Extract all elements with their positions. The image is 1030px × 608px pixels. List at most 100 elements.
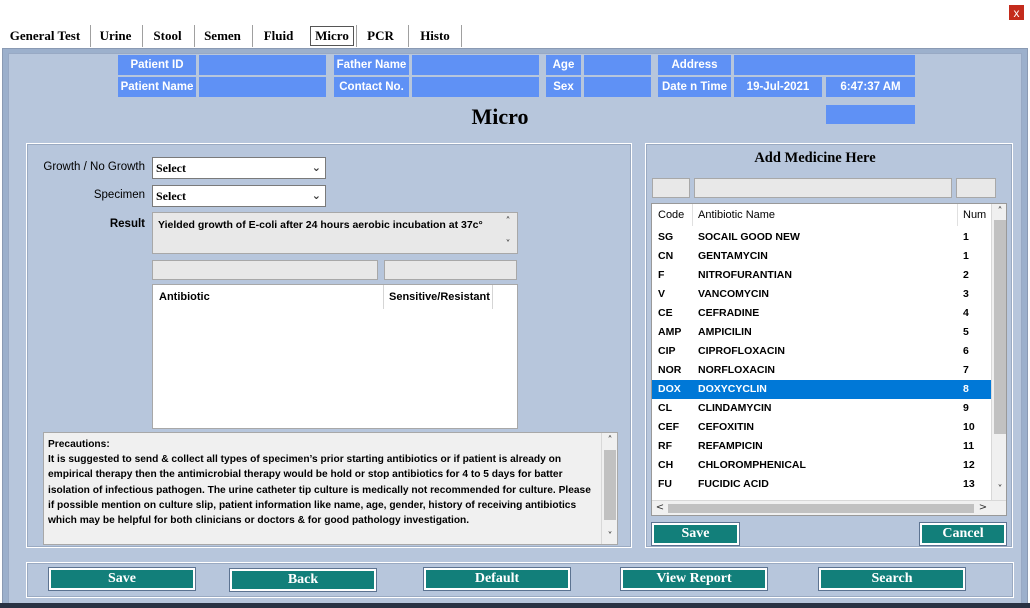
medicine-row[interactable]: CN GENTAMYCIN 1 (652, 247, 991, 266)
tab-general-test[interactable]: General Test (4, 25, 86, 47)
medicine-row[interactable]: RF REFAMPICIN 11 (652, 437, 991, 456)
name-column-header: Antibiotic Name (698, 209, 776, 221)
medicine-save-button[interactable]: Save (651, 522, 740, 546)
search-button[interactable]: Search (818, 567, 966, 591)
tab-pcr[interactable]: PCR (356, 25, 404, 47)
sex-label: Sex (546, 77, 581, 97)
medicine-name-cell: SOCAIL GOOD NEW (698, 231, 800, 243)
medicine-num-cell: 2 (963, 269, 969, 281)
medicine-row[interactable]: SG SOCAIL GOOD NEW 1 (652, 228, 991, 247)
taskbar (0, 603, 1030, 608)
antibiotic-grid[interactable]: Antibiotic Sensitive/Resistant (152, 284, 518, 429)
medicine-name-cell: GENTAMYCIN (698, 250, 768, 262)
address-field[interactable] (734, 55, 915, 75)
tab-urine[interactable]: Urine (90, 25, 140, 47)
medicine-row[interactable]: DOX DOXYCYCLIN 8 (652, 380, 991, 399)
chevron-down-icon: ⌄ (311, 161, 321, 174)
view-report-button[interactable]: View Report (620, 567, 768, 591)
scroll-up-icon[interactable]: ˄ (992, 206, 1006, 217)
chevron-down-icon: ⌄ (311, 189, 321, 202)
tab-semen[interactable]: Semen (194, 25, 250, 47)
num-input[interactable] (956, 178, 996, 198)
medicine-name-cell: FUCIDIC ACID (698, 478, 769, 490)
father-name-field[interactable] (412, 55, 539, 75)
sensitivity-input[interactable] (384, 260, 517, 280)
tab-stool[interactable]: Stool (142, 25, 192, 47)
age-label: Age (546, 55, 581, 75)
default-button[interactable]: Default (423, 567, 571, 591)
medicine-code-cell: CH (658, 459, 674, 471)
date-field: 19-Jul-2021 (734, 77, 822, 97)
scroll-up-icon[interactable]: ˄ (602, 435, 618, 446)
antibiotic-input[interactable] (152, 260, 378, 280)
medicine-cancel-button[interactable]: Cancel (919, 522, 1007, 546)
status-indicator (826, 105, 915, 124)
medicine-code-cell: V (658, 288, 666, 300)
medicine-row[interactable]: FU FUCIDIC ACID 13 (652, 475, 991, 494)
patient-id-label: Patient ID (118, 55, 196, 75)
medicine-row[interactable]: F NITROFURANTIAN 2 (652, 266, 991, 285)
age-field[interactable] (584, 55, 651, 75)
scroll-down-icon[interactable]: ˅ (502, 239, 514, 250)
medicine-name-cell: NORFLOXACIN (698, 364, 775, 376)
tab-fluid[interactable]: Fluid (252, 25, 304, 47)
medicine-num-cell: 13 (963, 478, 975, 490)
specimen-select-value: Select (156, 189, 186, 203)
medicine-hscrollbar[interactable]: < > (652, 500, 1006, 515)
medicine-row[interactable]: CEF CEFOXITIN 10 (652, 418, 991, 437)
scrollbar-thumb[interactable] (604, 450, 616, 520)
medicine-num-cell: 1 (963, 231, 969, 243)
medicine-row[interactable]: NOR NORFLOXACIN 7 (652, 361, 991, 380)
medicine-name-input[interactable] (694, 178, 952, 198)
tab-micro[interactable]: Micro (310, 26, 354, 46)
scroll-up-icon[interactable]: ˄ (502, 216, 514, 227)
medicine-row[interactable]: CH CHLOROMPHENICAL 12 (652, 456, 991, 475)
medicine-row[interactable]: AMP AMPICILIN 5 (652, 323, 991, 342)
medicine-name-cell: CEFOXITIN (698, 421, 755, 433)
back-button[interactable]: Back (229, 568, 377, 592)
code-input[interactable] (652, 178, 690, 198)
medicine-row[interactable]: CE CEFRADINE 4 (652, 304, 991, 323)
growth-label: Growth / No Growth (43, 161, 145, 173)
column-divider (492, 285, 493, 309)
medicine-num-cell: 12 (963, 459, 975, 471)
save-button[interactable]: Save (48, 567, 196, 591)
result-label: Result (109, 218, 145, 230)
specimen-select[interactable]: Select ⌄ (152, 185, 326, 207)
medicine-code-cell: F (658, 269, 665, 281)
medicine-num-cell: 10 (963, 421, 975, 433)
scrollbar-thumb[interactable] (994, 220, 1006, 434)
medicine-list[interactable]: Code Antibiotic Name Num SG SOCAIL GOOD N… (651, 203, 1007, 516)
scroll-right-icon[interactable]: > (977, 502, 989, 513)
medicine-vscrollbar[interactable]: ˄ ˅ (991, 204, 1006, 500)
medicine-code-cell: SG (658, 231, 674, 243)
medicine-row[interactable]: CL CLINDAMYCIN 9 (652, 399, 991, 418)
medicine-code-cell: CE (658, 307, 673, 319)
medicine-name-cell: NITROFURANTIAN (698, 269, 792, 281)
medicine-title: Add Medicine Here (754, 150, 876, 166)
scroll-left-icon[interactable]: < (654, 502, 666, 513)
scroll-down-icon[interactable]: ˅ (602, 531, 618, 542)
tab-histo[interactable]: Histo (408, 25, 462, 47)
contact-field[interactable] (412, 77, 539, 97)
medicine-code-cell: RF (658, 440, 672, 452)
scroll-down-icon[interactable]: ˅ (992, 484, 1006, 495)
code-column-header: Code (658, 209, 685, 221)
sex-field[interactable] (584, 77, 651, 97)
precautions-textarea[interactable]: Precautions: It is suggested to send & c… (43, 432, 618, 545)
medicine-num-cell: 5 (963, 326, 969, 338)
medicine-row[interactable]: V VANCOMYCIN 3 (652, 285, 991, 304)
result-textarea[interactable]: Yielded growth of E-coli after 24 hours … (152, 212, 518, 254)
medicine-code-cell: CEF (658, 421, 679, 433)
patient-name-field[interactable] (199, 77, 326, 97)
patient-id-field[interactable] (199, 55, 326, 75)
scrollbar-thumb[interactable] (668, 504, 974, 513)
medicine-num-cell: 3 (963, 288, 969, 300)
medicine-row[interactable]: CIP CIPROFLOXACIN 6 (652, 342, 991, 361)
close-icon[interactable]: x (1008, 4, 1025, 21)
medicine-name-cell: CHLOROMPHENICAL (698, 459, 806, 471)
precautions-scrollbar[interactable]: ˄ ˅ (601, 433, 617, 544)
medicine-name-cell: CIPROFLOXACIN (698, 345, 785, 357)
medicine-code-cell: NOR (658, 364, 682, 376)
growth-select[interactable]: Select ⌄ (152, 157, 326, 179)
